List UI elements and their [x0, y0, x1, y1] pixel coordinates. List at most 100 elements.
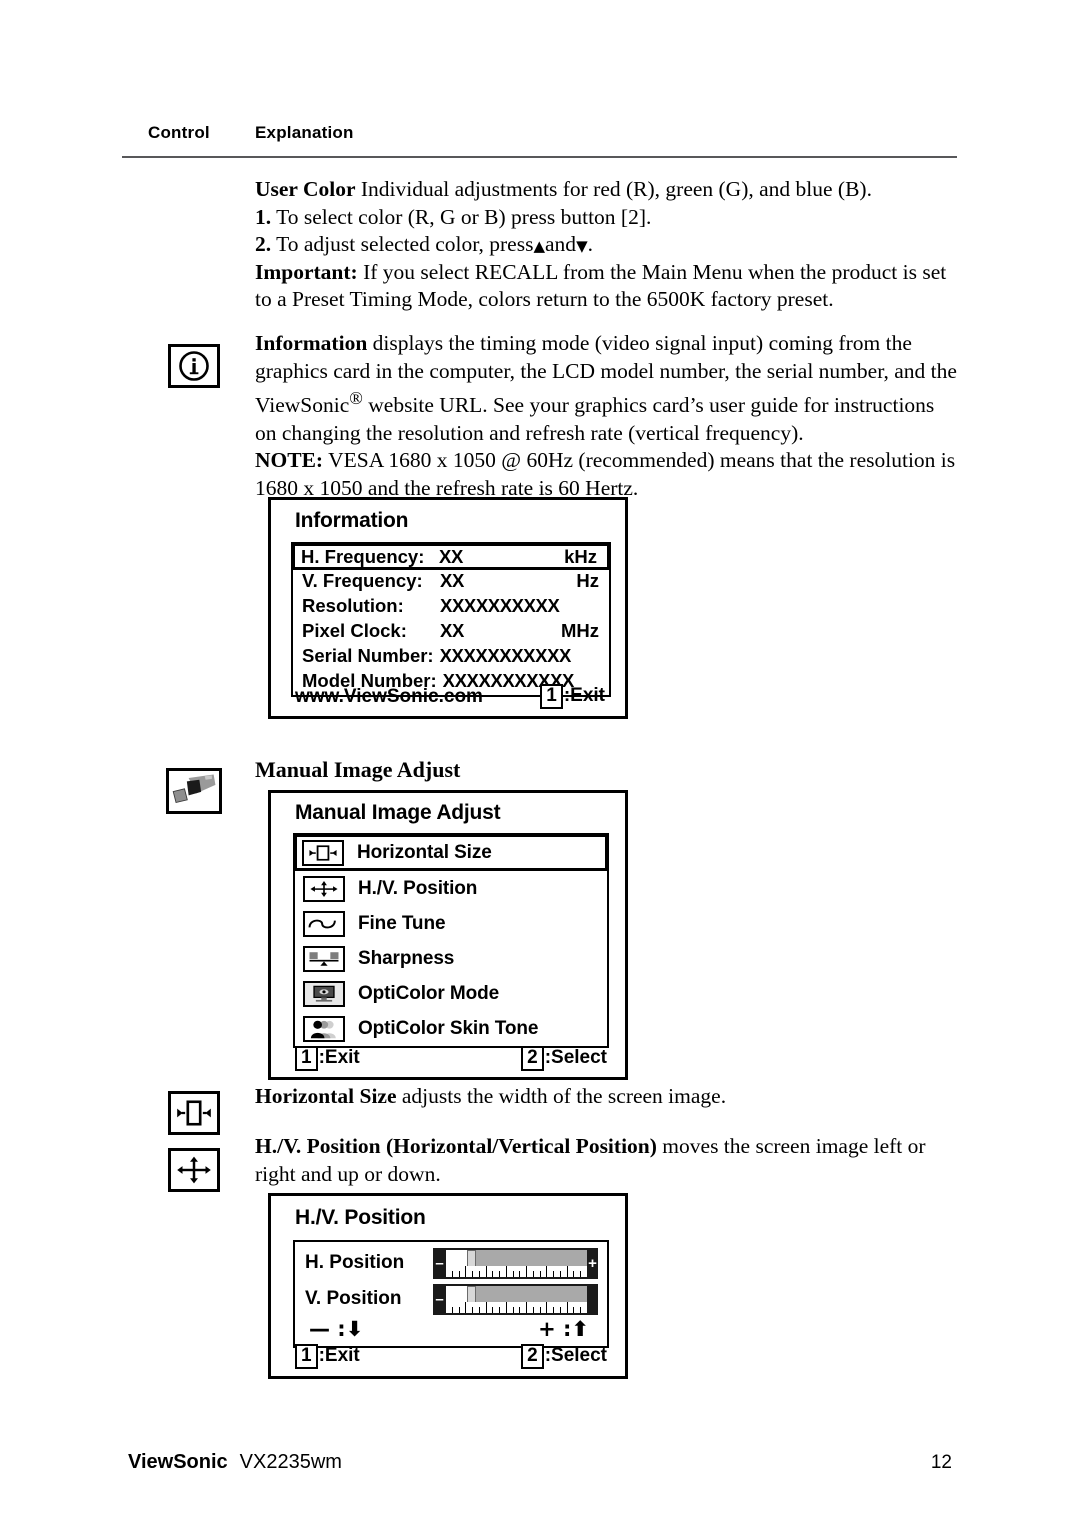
up-arrow-icon: ⬆ — [571, 1317, 589, 1341]
key-2-box[interactable]: 2 — [521, 1344, 544, 1369]
v-position-slider[interactable]: – + — [433, 1283, 598, 1315]
term-important: Important: — [255, 259, 358, 284]
term-hv-position: H./V. Position (Horizontal/Vertical Posi… — [255, 1134, 657, 1158]
row-value: XX — [439, 546, 463, 567]
step-1-number: 1. — [255, 204, 272, 229]
down-triangle-icon: ▼ — [576, 237, 588, 255]
osd-mia-footer: 1:Exit 2:Select — [295, 1046, 607, 1071]
menu-item-sharpness[interactable]: Sharpness — [295, 941, 607, 976]
term-horizontal-size: Horizontal Size — [255, 1084, 397, 1108]
hv-position-icon — [168, 1148, 220, 1192]
text-important: If you select RECALL from the Main Menu … — [255, 259, 947, 312]
registered-trademark-icon: ® — [349, 388, 363, 408]
osd-hv-hints: — :⬇ + :⬆ — [295, 1317, 607, 1344]
slider-row-v-position[interactable]: V. Position – — [295, 1281, 607, 1317]
slider-track[interactable] — [446, 1285, 587, 1313]
information-icon — [168, 344, 220, 388]
menu-item-label: Horizontal Size — [357, 841, 492, 863]
step-2-text: To adjust selected color, press — [271, 232, 534, 256]
menu-item-opticolor-mode[interactable]: OptiColor Mode — [295, 976, 607, 1011]
table-row[interactable]: Resolution: XXXXXXXXXX — [293, 595, 609, 620]
table-row[interactable]: Serial Number: XXXXXXXXXXX — [293, 645, 609, 670]
text-horizontal-size: adjusts the width of the screen image. — [396, 1084, 727, 1108]
select-hint-label: :Select — [544, 1047, 607, 1069]
osd-hv-footer: 1:Exit 2:Select — [295, 1344, 607, 1369]
up-triangle-icon: ▲ — [533, 237, 546, 255]
column-header-explanation: Explanation — [255, 123, 354, 142]
menu-item-opticolor-skin-tone[interactable]: OptiColor Skin Tone — [295, 1011, 607, 1046]
term-information: Information — [255, 331, 368, 355]
osd-information-footer: www.ViewSonic.com 1:Exit — [295, 684, 605, 709]
term-note: NOTE: — [255, 448, 324, 473]
page-number: 12 — [930, 1452, 952, 1473]
row-unit: kHz — [564, 546, 597, 567]
exit-hint-label: :Exit — [563, 685, 605, 707]
viewsonic-url: www.ViewSonic.com — [295, 685, 483, 707]
row-value: XXXXXXXXXX — [440, 595, 560, 616]
paragraph-information: Information displays the timing mode (vi… — [255, 330, 960, 502]
text-user-color-description: Individual adjustments for red (R), gree… — [355, 177, 872, 201]
osd-hv-panel: H. Position – + V. Position – —:⬇ +:⬆ — [293, 1240, 609, 1348]
slider-ticks — [446, 1301, 587, 1313]
osd-manual-image-adjust-screen: Manual Image Adjust Horizontal Size H./V… — [268, 790, 628, 1080]
text-note: VESA 1680 x 1050 @ 60Hz (recommended) me… — [255, 448, 956, 500]
menu-item-label: H./V. Position — [358, 877, 478, 899]
step-2-end: . — [587, 232, 593, 256]
key-1-box[interactable]: 1 — [295, 1344, 318, 1369]
step-2-and: and — [545, 232, 577, 256]
osd-information-table: H. Frequency: XX kHz V. Frequency: XX Hz… — [291, 542, 611, 697]
slider-track[interactable] — [446, 1249, 587, 1277]
exit-hint: 1:Exit — [540, 684, 605, 709]
table-row[interactable]: V. Frequency: XX Hz — [293, 570, 609, 595]
exit-hint: 1:Exit — [295, 1344, 360, 1369]
slider-thumb[interactable] — [466, 1285, 476, 1303]
row-value: XX — [440, 620, 464, 641]
decrease-hint: — :⬇ — [309, 1317, 363, 1341]
table-row[interactable]: Pixel Clock: XX MHz — [293, 620, 609, 645]
header-divider — [122, 156, 957, 158]
osd-information-title: Information — [295, 509, 409, 532]
row-label: H. Frequency: — [301, 546, 425, 567]
table-row[interactable]: H. Frequency: XX kHz — [292, 543, 610, 570]
osd-hv-title: H./V. Position — [295, 1206, 426, 1229]
minus-sign-icon: – — [435, 1290, 444, 1308]
footer-model: VX2235wm — [239, 1451, 342, 1473]
osd-mia-menu-list: Horizontal Size H./V. Position Fine Tune… — [293, 833, 609, 1048]
slider-label: H. Position — [305, 1252, 405, 1273]
menu-item-hv-position[interactable]: H./V. Position — [295, 871, 607, 906]
key-2-box[interactable]: 2 — [521, 1046, 544, 1071]
horizontal-size-icon — [168, 1091, 220, 1135]
row-unit: MHz — [560, 620, 599, 641]
row-label: V. Frequency: — [302, 570, 423, 591]
key-1-box[interactable]: 1 — [540, 684, 563, 709]
key-1-box[interactable]: 1 — [295, 1046, 318, 1071]
slider-row-h-position[interactable]: H. Position – + — [295, 1245, 607, 1281]
exit-hint-label: :Exit — [318, 1345, 360, 1367]
column-header-control: Control — [148, 123, 210, 142]
osd-hv-position-screen: H./V. Position H. Position – + V. Positi… — [268, 1193, 628, 1379]
menu-item-horizontal-size[interactable]: Horizontal Size — [294, 834, 608, 871]
increase-hint: + :⬆ — [538, 1317, 589, 1341]
menu-item-label: Fine Tune — [358, 912, 446, 934]
footer-brand-model: ViewSonic VX2235wm — [128, 1451, 342, 1474]
osd-mia-title: Manual Image Adjust — [295, 801, 501, 824]
step-1-text: To select color (R, G or B) press button… — [271, 204, 652, 229]
menu-item-label: Sharpness — [358, 947, 455, 969]
row-label: Resolution: — [302, 595, 404, 616]
hv-position-icon — [303, 875, 345, 902]
h-position-slider[interactable]: – + — [433, 1247, 598, 1279]
horizontal-size-icon — [302, 839, 344, 866]
row-unit: Hz — [576, 570, 599, 591]
opticolor-skin-tone-icon — [303, 1015, 345, 1042]
increase-hint-label: + : — [538, 1317, 572, 1341]
information-glyph — [171, 347, 217, 385]
slider-thumb[interactable] — [466, 1249, 476, 1267]
menu-item-fine-tune[interactable]: Fine Tune — [295, 906, 607, 941]
menu-item-label: OptiColor Skin Tone — [358, 1017, 539, 1039]
row-label: Pixel Clock: — [302, 620, 407, 641]
row-value: XXXXXXXXXXX — [439, 645, 572, 666]
select-hint-label: :Select — [544, 1345, 607, 1367]
plus-sign-icon: + — [588, 1254, 597, 1272]
row-value: XX — [440, 570, 464, 591]
opticolor-mode-icon — [303, 980, 345, 1007]
